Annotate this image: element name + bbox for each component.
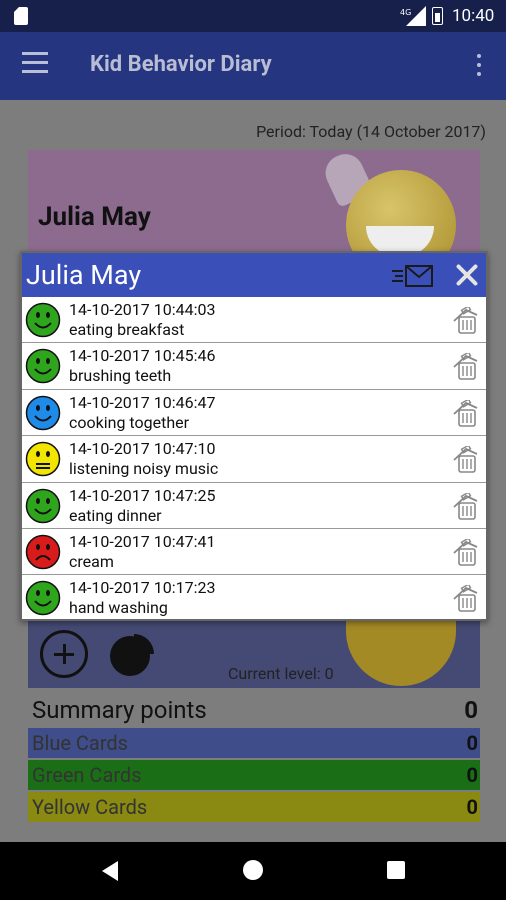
entry-description: brushing teeth (69, 366, 172, 386)
system-nav-bar (0, 842, 506, 900)
entry-description: cream (69, 551, 114, 571)
entry-timestamp: 14-10-2017 10:17:23 (69, 578, 216, 598)
delete-icon[interactable] (450, 353, 480, 381)
period-label: Period: Today (14 October 2017) (256, 122, 486, 141)
green-cards-row[interactable]: Green Cards 0 (28, 760, 480, 790)
delete-icon[interactable] (450, 585, 480, 613)
delete-icon[interactable] (450, 446, 480, 474)
send-email-icon[interactable] (392, 263, 434, 289)
sim-card-icon (14, 7, 28, 25)
cell-signal-icon: 4G (400, 6, 426, 26)
summary-label: Summary points (32, 696, 207, 724)
close-icon[interactable] (454, 262, 480, 288)
green-cards-label: Green Cards (32, 763, 142, 787)
delete-icon[interactable] (450, 538, 480, 567)
entry-description: eating dinner (69, 505, 162, 525)
add-entry-button[interactable] (40, 630, 88, 678)
back-icon[interactable] (102, 861, 118, 881)
entry-timestamp: 14-10-2017 10:45:46 (69, 346, 216, 366)
yellow-neutral-icon (25, 441, 61, 477)
list-item[interactable]: 14-10-2017 10:45:46 brushing teeth (22, 343, 486, 390)
blue-cards-row[interactable]: Blue Cards 0 (28, 728, 480, 758)
delete-icon[interactable] (450, 492, 480, 521)
behavior-log-dialog: Julia May 14-10-2017 10:44:03 eating bre… (20, 251, 488, 621)
list-item[interactable]: 14-10-2017 10:47:25 eating dinner (22, 483, 486, 529)
entry-description: hand washing (69, 598, 168, 618)
list-item[interactable]: 14-10-2017 10:44:03 eating breakfast (22, 297, 486, 344)
current-level-label: Current level: 0 (228, 664, 334, 683)
level-card: Current level: 0 (28, 610, 480, 688)
summary-value: 0 (464, 696, 478, 724)
entry-timestamp: 14-10-2017 10:44:03 (69, 300, 216, 319)
blue-cards-value: 0 (466, 731, 478, 755)
app-title: Kid Behavior Diary (90, 52, 272, 77)
entry-description: eating breakfast (69, 320, 185, 339)
home-icon[interactable] (243, 860, 263, 880)
child-name: Julia May (38, 202, 151, 232)
list-item[interactable]: 14-10-2017 10:47:10 listening noisy musi… (22, 436, 486, 483)
red-sad-icon (25, 534, 61, 570)
green-smile-icon (25, 488, 61, 523)
entry-list: 14-10-2017 10:44:03 eating breakfast 14-… (22, 297, 486, 622)
battery-icon (432, 7, 443, 25)
dialog-header: Julia May (22, 253, 486, 297)
yellow-cards-row[interactable]: Yellow Cards 0 (28, 792, 480, 822)
summary-points-row: Summary points 0 (28, 692, 480, 728)
blue-smile-icon (25, 395, 61, 431)
pie-chart-icon[interactable] (108, 630, 156, 678)
entry-description: cooking together (69, 412, 190, 432)
entry-timestamp: 14-10-2017 10:46:47 (69, 392, 216, 412)
delete-icon[interactable] (450, 307, 480, 335)
blue-cards-label: Blue Cards (32, 731, 129, 755)
yellow-cards-label: Yellow Cards (32, 795, 148, 819)
entry-timestamp: 14-10-2017 10:47:10 (69, 439, 216, 459)
recent-apps-icon[interactable] (387, 861, 405, 879)
entry-timestamp: 14-10-2017 10:47:25 (69, 485, 216, 505)
status-time: 10:40 (452, 6, 495, 26)
app-bar: Kid Behavior Diary (0, 32, 506, 100)
list-item[interactable]: 14-10-2017 10:46:47 cooking together (22, 390, 486, 437)
overflow-menu-icon[interactable] (472, 54, 486, 80)
status-bar: 4G 10:40 (0, 0, 506, 32)
green-cards-value: 0 (466, 763, 478, 787)
hamburger-menu-icon[interactable] (22, 52, 48, 80)
delete-icon[interactable] (450, 399, 480, 428)
dialog-title: Julia May (26, 259, 142, 291)
entry-description: listening noisy music (69, 459, 219, 479)
green-smile-icon (25, 581, 61, 616)
green-smile-icon (25, 349, 61, 384)
yellow-cards-value: 0 (466, 795, 478, 819)
entry-timestamp: 14-10-2017 10:47:41 (69, 531, 216, 551)
svg-text:4G: 4G (400, 8, 411, 17)
list-item[interactable]: 14-10-2017 10:17:23 hand washing (22, 575, 486, 621)
list-item[interactable]: 14-10-2017 10:47:41 cream (22, 529, 486, 576)
green-smile-icon (25, 302, 61, 338)
